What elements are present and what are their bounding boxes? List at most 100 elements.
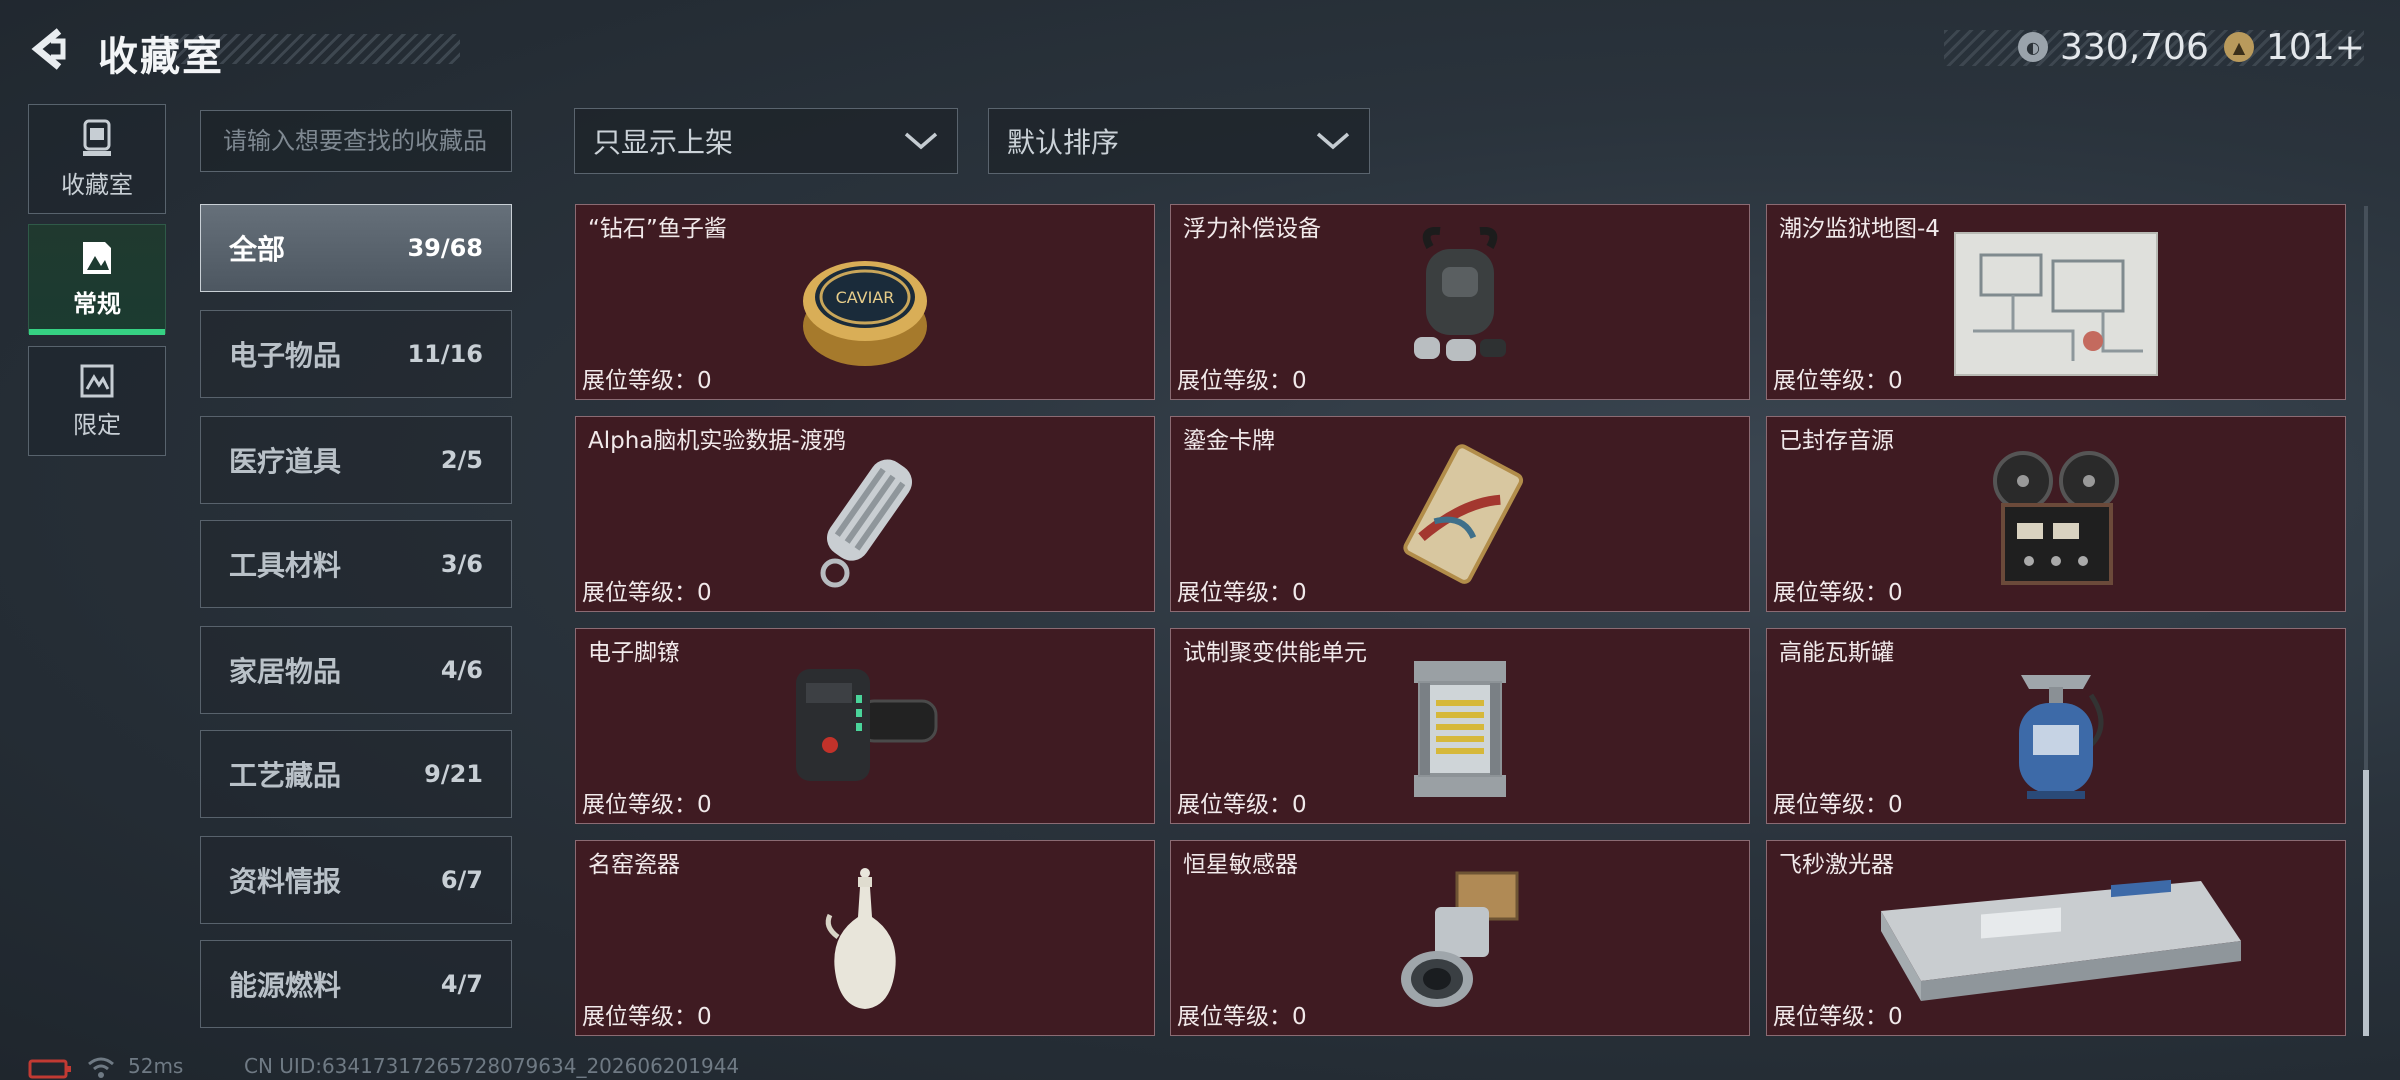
category-tools[interactable]: 工具材料 3/6 xyxy=(200,520,512,608)
item-card-caviar[interactable]: “钻石”鱼子酱 CAVIAR 展位等级：0 xyxy=(575,204,1155,400)
item-level: 展位等级：0 xyxy=(1177,580,1307,606)
item-name: 鎏金卡牌 xyxy=(1183,428,1275,454)
chevron-down-icon xyxy=(904,132,938,150)
category-name: 电子物品 xyxy=(229,339,342,372)
item-name: “钻石”鱼子酱 xyxy=(588,216,727,242)
gold-card-icon xyxy=(1403,444,1524,584)
item-card-ankle-monitor[interactable]: 电子脚镣 展位等级：0 xyxy=(575,628,1155,824)
category-count: 3/6 xyxy=(440,550,483,578)
item-card-gas-canister[interactable]: 高能瓦斯罐 展位等级：0 xyxy=(1766,628,2346,824)
back-arrow-icon xyxy=(31,28,66,70)
data-capsule-icon xyxy=(820,459,913,588)
category-name: 医疗道具 xyxy=(229,445,342,478)
silver-coin-icon: ◐ xyxy=(2018,32,2048,62)
item-level: 展位等级：0 xyxy=(1773,368,1903,394)
category-count: 39/68 xyxy=(407,234,483,262)
item-name: 浮力补偿设备 xyxy=(1183,216,1321,242)
currency-primary-value: 330,706 xyxy=(2060,26,2209,68)
item-level: 展位等级：0 xyxy=(582,368,712,394)
map-icon xyxy=(1954,232,2158,376)
porcelain-vase-icon xyxy=(825,868,896,1009)
item-level: 展位等级：0 xyxy=(1177,368,1307,394)
laser-device-icon xyxy=(1881,879,2241,1001)
wifi-icon xyxy=(88,1057,114,1078)
search-input[interactable] xyxy=(221,126,491,156)
category-count: 4/6 xyxy=(440,656,483,684)
sort-value: 默认排序 xyxy=(1007,126,1120,159)
category-name: 工具材料 xyxy=(229,549,342,582)
trophy-icon xyxy=(83,119,111,156)
page-title: 收藏室 xyxy=(98,34,224,80)
back-button[interactable] xyxy=(26,24,76,74)
item-card-gold-card[interactable]: 鎏金卡牌 展位等级：0 xyxy=(1170,416,1750,612)
category-medical[interactable]: 医疗道具 2/5 xyxy=(200,416,512,504)
item-card-star-sensor[interactable]: 恒星敏感器 展位等级：0 xyxy=(1170,840,1750,1036)
currency-primary: ◐ 330,706 xyxy=(2018,24,2209,70)
item-level: 展位等级：0 xyxy=(1177,792,1307,818)
nav-label: 常规 xyxy=(73,289,121,318)
item-card-fusion-unit[interactable]: 试制聚变供能单元 展位等级：0 xyxy=(1170,628,1750,824)
item-card-femtosecond-laser[interactable]: 飞秒激光器 展位等级：0 xyxy=(1766,840,2346,1036)
category-intel[interactable]: 资料情报 6/7 xyxy=(200,836,512,924)
category-name: 工艺藏品 xyxy=(229,759,342,792)
item-card-alpha-data[interactable]: Alpha脑机实验数据-渡鸦 展位等级：0 xyxy=(575,416,1155,612)
item-name: 高能瓦斯罐 xyxy=(1779,640,1894,666)
category-count: 11/16 xyxy=(407,340,483,368)
currency-secondary: ▲ 101+ xyxy=(2224,24,2365,70)
item-card-buoyancy-device[interactable]: 浮力补偿设备 展位等级：0 xyxy=(1170,204,1750,400)
ping-text: 52ms xyxy=(128,1054,184,1078)
svg-text:CAVIAR: CAVIAR xyxy=(836,288,895,307)
grid-scrollbar-thumb[interactable] xyxy=(2363,770,2369,1036)
caviar-tin-icon: CAVIAR xyxy=(803,261,927,366)
star-sensor-icon xyxy=(1401,871,1519,1007)
item-name: 名窑瓷器 xyxy=(588,852,680,878)
item-name: 电子脚镣 xyxy=(588,640,680,666)
nav-label: 限定 xyxy=(73,410,121,439)
category-name: 能源燃料 xyxy=(229,969,342,1002)
category-energy[interactable]: 能源燃料 4/7 xyxy=(200,940,512,1028)
category-count: 6/7 xyxy=(440,866,483,894)
category-electronics[interactable]: 电子物品 11/16 xyxy=(200,310,512,398)
display-filter-dropdown[interactable]: 只显示上架 xyxy=(574,108,958,174)
item-card-porcelain[interactable]: 名窑瓷器 展位等级：0 xyxy=(575,840,1155,1036)
item-level: 展位等级：0 xyxy=(1177,1004,1307,1030)
nav-regular[interactable]: 常规 xyxy=(28,224,166,335)
tape-recorder-icon xyxy=(1993,451,2119,585)
category-household[interactable]: 家居物品 4/6 xyxy=(200,626,512,714)
display-filter-value: 只显示上架 xyxy=(593,126,734,159)
category-all[interactable]: 全部 39/68 xyxy=(200,204,512,292)
nav-limited[interactable]: 限定 xyxy=(28,346,166,456)
search-box[interactable] xyxy=(200,110,512,172)
currency-secondary-value: 101+ xyxy=(2266,26,2365,68)
category-count: 2/5 xyxy=(440,446,483,474)
item-name: 试制聚变供能单元 xyxy=(1183,640,1367,666)
category-crafts[interactable]: 工艺藏品 9/21 xyxy=(200,730,512,818)
category-name: 资料情报 xyxy=(229,865,342,898)
item-name: 已封存音源 xyxy=(1779,428,1894,454)
item-card-sealed-audio[interactable]: 已封存音源 展位等级：0 xyxy=(1766,416,2346,612)
item-name: 潮汐监狱地图-4 xyxy=(1779,216,1940,242)
category-count: 9/21 xyxy=(424,760,483,788)
item-level: 展位等级：0 xyxy=(582,580,712,606)
category-name: 全部 xyxy=(229,233,286,266)
limited-icon xyxy=(80,364,114,397)
item-level: 展位等级：0 xyxy=(1773,580,1903,606)
fusion-unit-icon xyxy=(1414,661,1506,797)
ankle-monitor-icon xyxy=(796,669,938,781)
item-name: 恒星敏感器 xyxy=(1183,852,1298,878)
item-level: 展位等级：0 xyxy=(582,1004,712,1030)
sort-dropdown[interactable]: 默认排序 xyxy=(988,108,1370,174)
battery-icon xyxy=(28,1059,71,1079)
gold-coin-icon: ▲ xyxy=(2224,32,2254,62)
image-icon xyxy=(83,241,111,274)
category-name: 家居物品 xyxy=(229,655,342,688)
item-level: 展位等级：0 xyxy=(1773,792,1903,818)
nav-label: 收藏室 xyxy=(61,170,133,199)
buoyancy-device-icon xyxy=(1414,227,1506,361)
item-level: 展位等级：0 xyxy=(1773,1004,1903,1030)
uid-text: CN UID:634173172657280796​34_20260620194… xyxy=(244,1054,740,1078)
nav-collection-room[interactable]: 收藏室 xyxy=(28,104,166,214)
category-count: 4/7 xyxy=(440,970,483,998)
item-card-prison-map[interactable]: 潮汐监狱地图-4 展位等级：0 xyxy=(1766,204,2346,400)
chevron-down-icon xyxy=(1316,132,1350,150)
